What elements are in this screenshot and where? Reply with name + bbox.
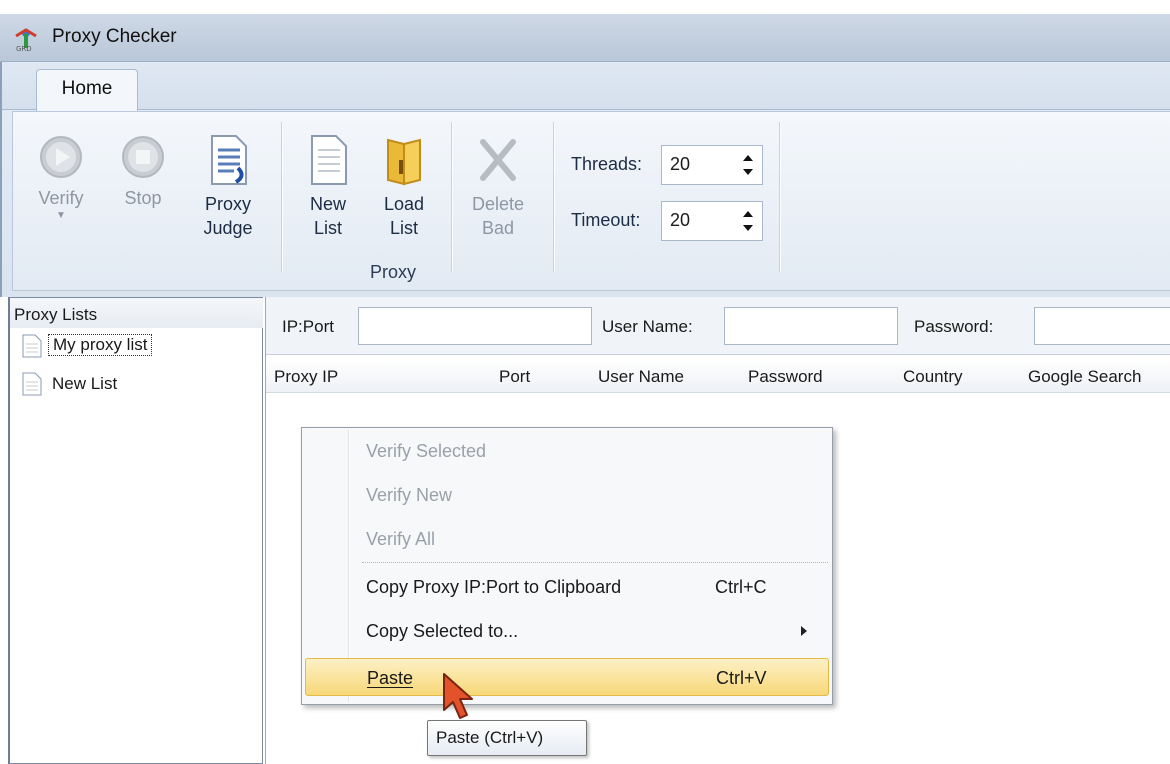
menu-item-label: Verify All: [366, 529, 436, 549]
menu-item-label: Verify Selected: [366, 441, 487, 461]
ip-port-label: IP:Port: [282, 317, 334, 336]
delete-icon: [480, 139, 516, 181]
ribbon-tabstrip: Home: [2, 62, 1170, 111]
stop-icon: [122, 136, 164, 178]
timeout-spinner[interactable]: 20: [661, 201, 763, 241]
spinner-arrows-icon[interactable]: [742, 152, 754, 178]
column-user-name[interactable]: User Name: [598, 367, 684, 387]
verify-button[interactable]: Verify ▼: [31, 134, 91, 222]
ribbon-separator: [451, 122, 452, 272]
column-port[interactable]: Port: [499, 367, 530, 387]
proxy-judge-button[interactable]: Proxy Judge: [193, 134, 263, 240]
menu-item-label: Copy Selected to...: [366, 621, 519, 641]
menu-item-verify-all[interactable]: Verify All: [305, 520, 829, 558]
folder-icon: [387, 138, 421, 186]
threads-spinner[interactable]: 20: [661, 145, 763, 185]
menu-item-shortcut: Ctrl+C: [715, 577, 767, 597]
new-list-button[interactable]: New List: [293, 134, 363, 240]
ribbon-panel: Verify ▼ Stop Proxy Judge New List Load …: [12, 111, 1170, 291]
ribbon: Home Verify ▼ Stop Proxy Judge New List …: [0, 62, 1170, 297]
panel-header: Proxy Lists: [10, 298, 263, 328]
menu-item-label: Verify New: [366, 485, 453, 505]
window-title: Proxy Checker: [52, 26, 177, 47]
stop-label: Stop: [124, 188, 162, 208]
menu-item-label: Copy Proxy IP:Port to Clipboard: [366, 577, 622, 597]
ribbon-separator: [553, 122, 554, 272]
proxy-judge-label-2: Judge: [203, 218, 253, 238]
spinner-arrows-icon[interactable]: [742, 208, 754, 234]
context-menu: Verify Selected Verify New Verify All Co…: [301, 427, 833, 705]
menu-item-paste[interactable]: Paste Ctrl+V: [305, 658, 829, 696]
proxy-lists-panel: Proxy Lists My proxy list New List: [8, 297, 263, 764]
tooltip: Paste (Ctrl+V): [427, 720, 587, 756]
new-document-icon: [311, 135, 347, 185]
document-icon: [22, 372, 42, 396]
username-label: User Name:: [602, 317, 693, 336]
title-bar: GRD Proxy Checker: [0, 14, 1170, 62]
new-list-label-2: List: [313, 218, 342, 238]
verify-label: Verify: [38, 188, 84, 208]
column-country[interactable]: Country: [903, 367, 963, 387]
app-logo-icon: GRD: [15, 28, 37, 52]
password-field[interactable]: [1034, 307, 1170, 345]
new-list-label-1: New: [309, 194, 346, 214]
list-item-label: My proxy list: [48, 334, 153, 356]
timeout-label: Timeout:: [571, 210, 641, 230]
ribbon-separator: [281, 122, 282, 272]
load-list-label-2: List: [389, 218, 418, 238]
load-list-button[interactable]: Load List: [369, 134, 439, 240]
tab-home[interactable]: Home: [36, 69, 138, 111]
svg-text:GRD: GRD: [16, 45, 32, 52]
column-proxy-ip[interactable]: Proxy IP: [274, 367, 338, 387]
column-google-search[interactable]: Google Search: [1028, 367, 1141, 387]
list-item-label: New List: [52, 374, 118, 393]
filter-bar: IP:Port User Name: Password:: [266, 297, 1170, 355]
menu-item-shortcut: Ctrl+V: [716, 668, 767, 688]
column-password[interactable]: Password: [748, 367, 823, 387]
timeout-value: 20: [670, 210, 691, 230]
group-label-proxy: Proxy: [370, 262, 417, 282]
stop-button[interactable]: Stop: [113, 134, 173, 210]
menu-item-label: Paste: [367, 668, 414, 688]
password-label: Password:: [914, 317, 994, 336]
menu-item-copy-selected-to[interactable]: Copy Selected to...: [305, 612, 829, 650]
play-icon: [40, 136, 82, 178]
ip-port-field[interactable]: [358, 307, 592, 345]
delete-bad-label-1: Delete: [471, 194, 525, 214]
submenu-arrow-icon: [801, 626, 807, 636]
mouse-cursor-icon: [443, 673, 473, 719]
username-field[interactable]: [724, 307, 898, 345]
menu-item-verify-new[interactable]: Verify New: [305, 476, 829, 514]
load-list-label-1: Load: [383, 194, 425, 214]
threads-label: Threads:: [571, 154, 643, 174]
menu-item-verify-selected[interactable]: Verify Selected: [305, 432, 829, 470]
menu-separator: [362, 562, 828, 563]
delete-bad-button[interactable]: Delete Bad: [463, 134, 533, 240]
menu-item-copy-ip-port[interactable]: Copy Proxy IP:Port to Clipboard Ctrl+C: [305, 568, 829, 606]
ribbon-separator: [779, 122, 780, 272]
document-icon: [211, 135, 247, 185]
document-icon: [22, 334, 42, 358]
proxy-judge-label-1: Proxy: [204, 194, 251, 214]
threads-value: 20: [670, 154, 691, 174]
dropdown-arrow-icon: ▼: [56, 210, 66, 221]
grid-header: Proxy IP Port User Name Password Country…: [266, 359, 1170, 393]
delete-bad-label-2: Bad: [481, 218, 515, 238]
